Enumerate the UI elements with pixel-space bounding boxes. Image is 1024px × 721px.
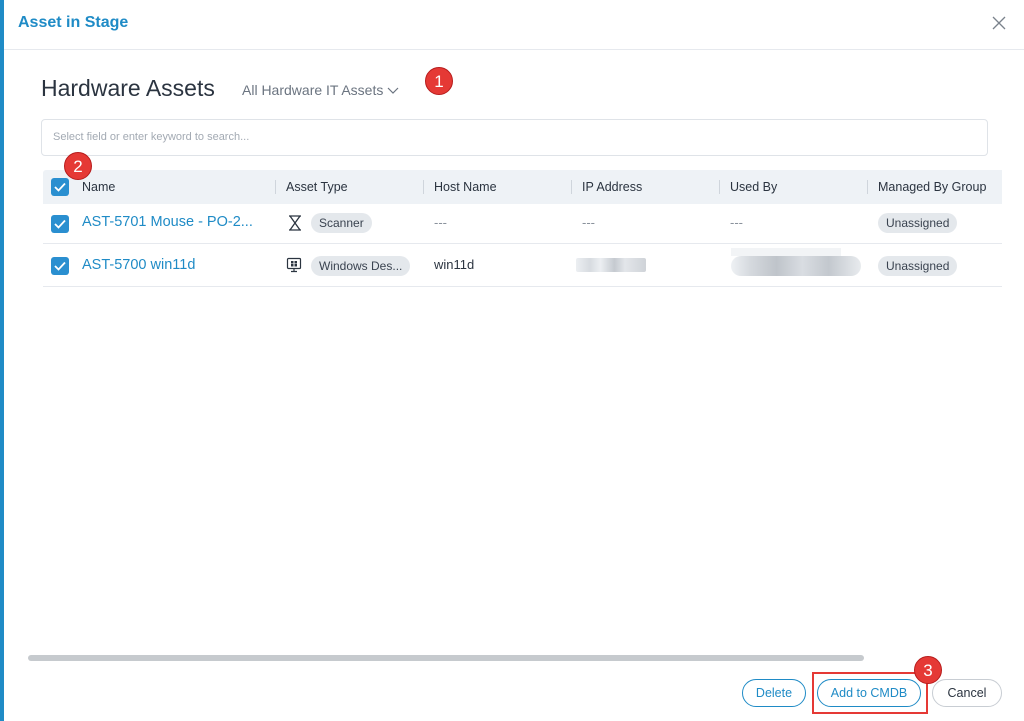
managed-by-group-badge: Unassigned: [878, 256, 958, 276]
column-header-ip-address[interactable]: IP Address: [582, 170, 642, 204]
close-icon[interactable]: [992, 16, 1010, 34]
column-header-asset-type[interactable]: Asset Type: [286, 170, 348, 204]
cancel-button[interactable]: Cancel: [932, 679, 1002, 707]
column-divider[interactable]: [867, 180, 868, 194]
horizontal-scrollbar[interactable]: [28, 655, 864, 661]
column-divider[interactable]: [719, 180, 720, 194]
table-row[interactable]: AST-5700 win11d Windows Des... win11d Un…: [43, 244, 1002, 287]
host-name-cell: ---: [434, 215, 447, 230]
asset-type-badge: Windows Des...: [311, 256, 411, 276]
modal-header: Asset in Stage: [4, 0, 1024, 50]
column-divider[interactable]: [571, 180, 572, 194]
desktop-icon: [286, 257, 302, 276]
modal-title: Asset in Stage: [18, 14, 129, 31]
table-row[interactable]: AST-5701 Mouse - PO-2... Scanner --- ---…: [43, 204, 1002, 244]
asset-in-stage-modal: Asset in Stage Hardware Assets All Hardw…: [4, 0, 1024, 721]
asset-name-link[interactable]: AST-5701 Mouse - PO-2...: [82, 214, 253, 230]
asset-filter-label: All Hardware IT Assets: [242, 82, 384, 98]
used-by-cell: ---: [730, 215, 743, 230]
assets-table: Name Asset Type Host Name IP Address Use…: [43, 170, 1002, 287]
page-title: Hardware Assets: [41, 75, 215, 101]
column-divider[interactable]: [275, 180, 276, 194]
row-checkbox[interactable]: [51, 257, 69, 275]
ip-address-cell: ---: [582, 215, 595, 230]
asset-name-link[interactable]: AST-5700 win11d: [82, 257, 195, 273]
column-divider[interactable]: [423, 180, 424, 194]
used-by-redacted-top: [731, 248, 841, 256]
host-name-cell: win11d: [434, 257, 475, 272]
scanner-icon: [286, 214, 304, 235]
table-header: Name Asset Type Host Name IP Address Use…: [43, 170, 1002, 204]
annotation-badge-1: 1: [425, 67, 453, 95]
annotation-badge-3: 3: [914, 656, 942, 684]
column-header-used-by[interactable]: Used By: [730, 170, 777, 204]
ip-address-redacted: [576, 258, 646, 272]
search-input[interactable]: Select field or enter keyword to search.…: [41, 119, 988, 156]
chevron-down-icon: [387, 87, 399, 94]
row-checkbox[interactable]: [51, 215, 69, 233]
delete-button[interactable]: Delete: [742, 679, 806, 707]
used-by-redacted: [731, 256, 861, 276]
select-all-checkbox[interactable]: [51, 178, 69, 196]
annotation-badge-2: 2: [64, 152, 92, 180]
asset-filter-dropdown[interactable]: All Hardware IT Assets: [242, 82, 399, 98]
managed-by-group-badge: Unassigned: [878, 213, 958, 233]
asset-type-badge: Scanner: [311, 213, 372, 233]
column-header-host-name[interactable]: Host Name: [434, 170, 497, 204]
column-header-managed-by-group[interactable]: Managed By Group: [878, 170, 986, 204]
add-to-cmdb-button[interactable]: Add to CMDB: [817, 679, 921, 707]
